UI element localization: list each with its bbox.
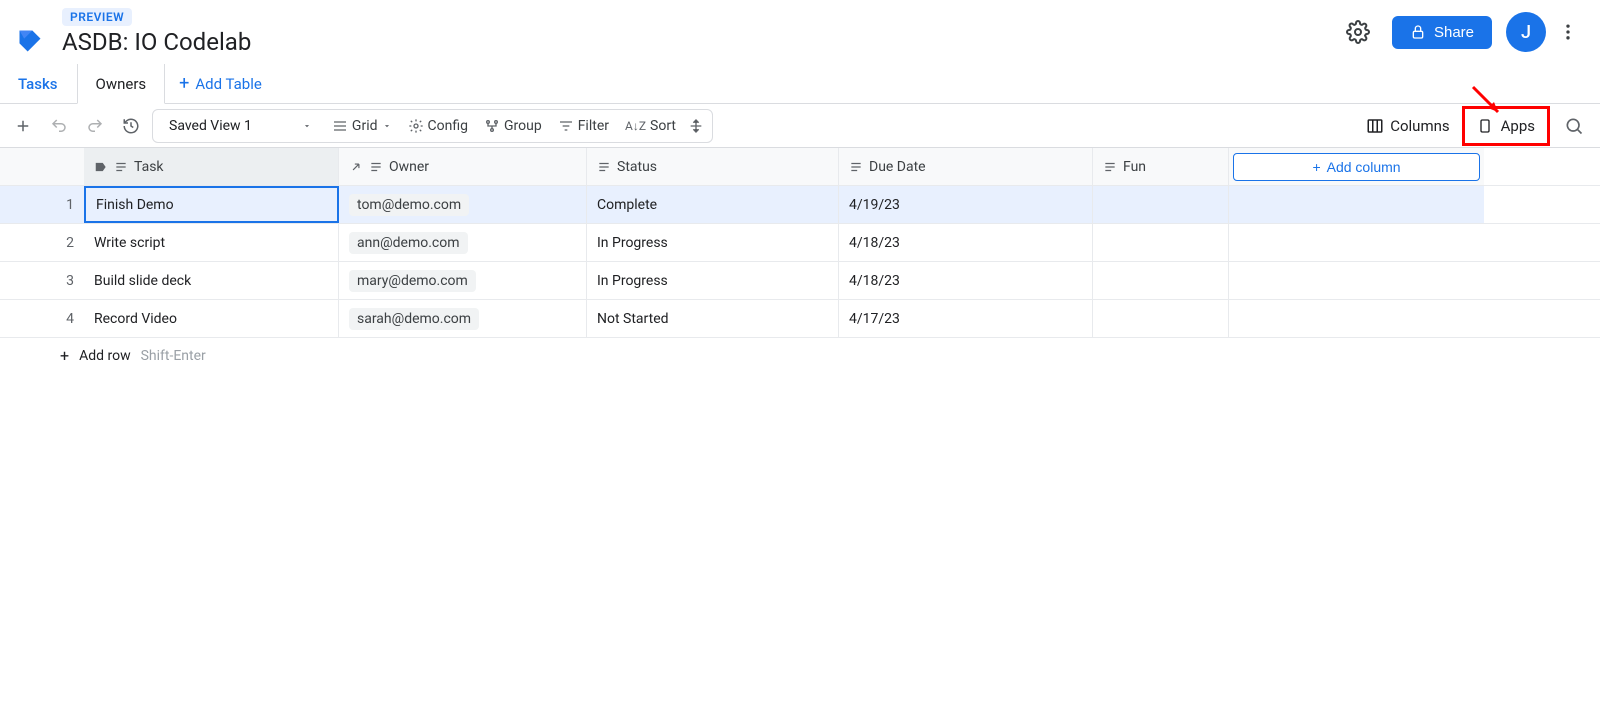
cell-fun[interactable] xyxy=(1093,186,1229,223)
text-icon xyxy=(1103,160,1117,174)
column-header-status[interactable]: Status xyxy=(587,148,839,185)
add-row-button[interactable]: + Add row Shift-Enter xyxy=(0,338,1600,373)
column-header-due-date[interactable]: Due Date xyxy=(839,148,1093,185)
ref-icon xyxy=(349,160,363,174)
cell-empty xyxy=(1229,186,1484,223)
cell-owner[interactable]: mary@demo.com xyxy=(339,262,587,299)
user-avatar[interactable]: J xyxy=(1506,12,1546,52)
cell-owner[interactable]: tom@demo.com xyxy=(339,186,587,223)
group-button[interactable]: Group xyxy=(478,114,548,138)
cell-task[interactable]: Write script xyxy=(84,224,339,261)
table-row[interactable]: 3Build slide deck mary@demo.com In Progres… xyxy=(0,262,1600,300)
cell-fun[interactable] xyxy=(1093,262,1229,299)
row-height-icon xyxy=(688,118,704,134)
group-icon xyxy=(484,118,500,134)
column-header-owner[interactable]: Owner xyxy=(339,148,587,185)
text-icon xyxy=(114,160,128,174)
filter-icon xyxy=(558,118,574,134)
lock-icon xyxy=(1410,24,1426,40)
chevron-down-icon xyxy=(382,121,392,131)
row-number: 4 xyxy=(0,300,84,337)
device-icon xyxy=(1477,116,1493,136)
saved-view-dropdown[interactable]: Saved View 1 xyxy=(159,114,322,138)
plus-icon: + xyxy=(179,73,189,94)
cell-status[interactable]: In Progress xyxy=(587,224,839,261)
column-header-task[interactable]: Task xyxy=(84,148,339,185)
toolbar: Saved View 1 Grid Config Group Filter A↓… xyxy=(0,104,1600,148)
plus-icon: + xyxy=(60,346,69,365)
row-number: 1 xyxy=(0,186,84,223)
preview-badge: PREVIEW xyxy=(62,8,132,26)
columns-icon xyxy=(1366,117,1384,135)
table-row[interactable]: 1Finish Demo tom@demo.com Complete4/19/23 xyxy=(0,186,1600,224)
row-number-header xyxy=(0,148,84,185)
grid-icon xyxy=(332,118,348,134)
cell-status[interactable]: In Progress xyxy=(587,262,839,299)
row-number: 2 xyxy=(0,224,84,261)
owner-chip[interactable]: sarah@demo.com xyxy=(349,308,479,330)
columns-button[interactable]: Columns xyxy=(1360,113,1455,139)
plus-icon: + xyxy=(1312,159,1320,175)
title-area: PREVIEW ASDB: IO Codelab xyxy=(62,8,251,56)
cell-empty xyxy=(1229,300,1484,337)
sort-icon: A↓Z xyxy=(625,119,646,133)
owner-chip[interactable]: tom@demo.com xyxy=(349,194,469,216)
grid-header-row: Task Owner Status Due Date Fun + Add col… xyxy=(0,148,1600,186)
cell-empty xyxy=(1229,224,1484,261)
cell-due-date[interactable]: 4/19/23 xyxy=(839,186,1093,223)
tabs-row: Tasks Owners + Add Table xyxy=(0,64,1600,104)
text-icon xyxy=(369,160,383,174)
owner-chip[interactable]: ann@demo.com xyxy=(349,232,468,254)
share-label: Share xyxy=(1434,24,1474,41)
undo-button[interactable] xyxy=(44,111,74,141)
history-button[interactable] xyxy=(116,111,146,141)
row-number: 3 xyxy=(0,262,84,299)
app-header: PREVIEW ASDB: IO Codelab Share J xyxy=(0,0,1600,64)
cell-task[interactable]: Build slide deck xyxy=(84,262,339,299)
page-title[interactable]: ASDB: IO Codelab xyxy=(62,28,251,56)
row-height-button[interactable] xyxy=(686,114,706,138)
cell-status[interactable]: Not Started xyxy=(587,300,839,337)
cell-owner[interactable]: ann@demo.com xyxy=(339,224,587,261)
add-column-button[interactable]: + Add column xyxy=(1233,153,1480,181)
add-button[interactable] xyxy=(8,111,38,141)
tab-owners[interactable]: Owners xyxy=(77,64,166,104)
cell-fun[interactable] xyxy=(1093,224,1229,261)
cell-due-date[interactable]: 4/18/23 xyxy=(839,224,1093,261)
apps-button[interactable]: Apps xyxy=(1462,106,1550,146)
filter-button[interactable]: Filter xyxy=(552,114,615,138)
cell-task[interactable]: Record Video xyxy=(84,300,339,337)
more-menu-button[interactable] xyxy=(1552,12,1584,52)
cell-owner[interactable]: sarah@demo.com xyxy=(339,300,587,337)
share-button[interactable]: Share xyxy=(1392,16,1492,49)
text-icon xyxy=(597,160,611,174)
column-header-fun[interactable]: Fun xyxy=(1093,148,1229,185)
grid-layout-dropdown[interactable]: Grid xyxy=(326,114,398,138)
cell-fun[interactable] xyxy=(1093,300,1229,337)
table-row[interactable]: 2Write script ann@demo.com In Progress4/18… xyxy=(0,224,1600,262)
config-button[interactable]: Config xyxy=(402,114,474,138)
label-icon xyxy=(94,160,108,174)
settings-button[interactable] xyxy=(1338,12,1378,52)
cell-due-date[interactable]: 4/17/23 xyxy=(839,300,1093,337)
cell-due-date[interactable]: 4/18/23 xyxy=(839,262,1093,299)
table-row[interactable]: 4Record Video sarah@demo.com Not Started4/… xyxy=(0,300,1600,338)
add-table-button[interactable]: + Add Table xyxy=(165,73,276,94)
chevron-down-icon xyxy=(302,121,312,131)
app-logo-icon xyxy=(12,23,48,59)
text-icon xyxy=(849,160,863,174)
redo-button[interactable] xyxy=(80,111,110,141)
owner-chip[interactable]: mary@demo.com xyxy=(349,270,476,292)
data-grid: Task Owner Status Due Date Fun + Add col… xyxy=(0,148,1600,373)
tab-tasks[interactable]: Tasks xyxy=(0,64,77,104)
add-row-hint: Shift-Enter xyxy=(141,348,206,364)
search-button[interactable] xyxy=(1556,108,1592,144)
cell-status[interactable]: Complete xyxy=(587,186,839,223)
sort-button[interactable]: A↓Z Sort xyxy=(619,114,682,138)
column-header-add: + Add column xyxy=(1229,148,1484,185)
gear-icon xyxy=(408,118,424,134)
cell-task[interactable]: Finish Demo xyxy=(84,186,339,223)
toolbar-view-group: Saved View 1 Grid Config Group Filter A↓… xyxy=(152,109,713,143)
cell-empty xyxy=(1229,262,1484,299)
